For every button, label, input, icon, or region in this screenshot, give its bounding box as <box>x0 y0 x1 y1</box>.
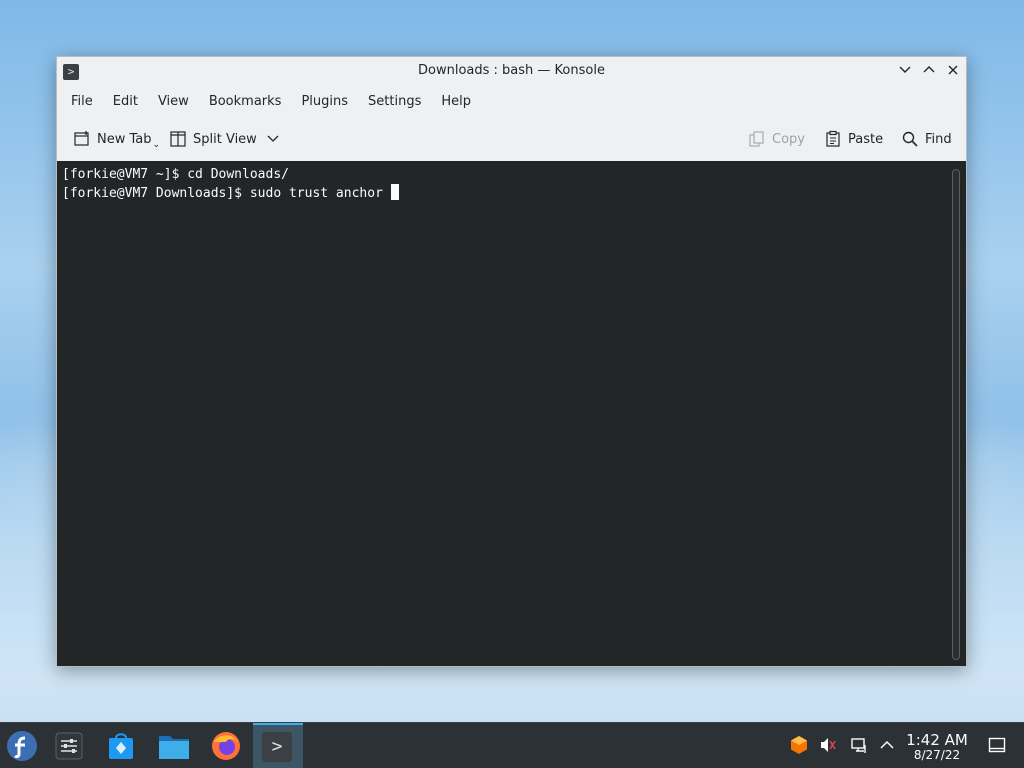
find-label: Find <box>925 131 952 147</box>
copy-label: Copy <box>772 131 805 147</box>
discover-store-icon[interactable] <box>104 729 138 763</box>
find-button[interactable]: Find <box>901 129 952 149</box>
system-settings-icon[interactable] <box>52 729 86 763</box>
menu-edit[interactable]: Edit <box>103 94 148 109</box>
text-cursor <box>390 184 399 200</box>
paste-icon <box>826 130 840 147</box>
split-view-label: Split View <box>193 131 257 147</box>
split-view-button[interactable]: Split View <box>169 129 279 149</box>
menu-plugins[interactable]: Plugins <box>291 94 358 109</box>
terminal-line: [forkie@VM7 Downloads]$ sudo trust ancho… <box>62 186 383 201</box>
copy-button[interactable]: Copy <box>748 129 805 149</box>
split-view-icon <box>170 131 186 147</box>
tray-expand-icon[interactable] <box>877 735 897 755</box>
menu-view[interactable]: View <box>148 94 199 109</box>
chevron-up-icon <box>923 66 935 73</box>
fedora-icon[interactable] <box>5 729 39 763</box>
chevron-down-icon <box>899 66 911 73</box>
terminal-scrollbar[interactable] <box>952 169 960 660</box>
menu-file[interactable]: File <box>61 94 103 109</box>
minimize-button[interactable] <box>895 61 915 81</box>
software-update-icon[interactable] <box>789 735 809 755</box>
chevron-down-icon[interactable] <box>267 134 279 144</box>
menu-bar: File Edit View Bookmarks Plugins Setting… <box>57 85 966 117</box>
chevron-down-icon: ⌄ <box>152 140 161 150</box>
volume-muted-icon[interactable] <box>818 735 838 755</box>
task-konsole[interactable]: > <box>253 723 303 768</box>
terminal-line: [forkie@VM7 ~]$ cd Downloads/ <box>62 167 289 182</box>
firefox-icon[interactable] <box>209 729 243 763</box>
menu-bookmarks[interactable]: Bookmarks <box>199 94 292 109</box>
new-tab-label: New Tab <box>97 131 152 147</box>
main-toolbar: New Tab ⌄ Split View Copy Paste Find <box>57 117 966 162</box>
paste-button[interactable]: Paste <box>824 129 883 149</box>
maximize-button[interactable] <box>919 61 939 81</box>
menu-help[interactable]: Help <box>431 94 481 109</box>
menu-settings[interactable]: Settings <box>358 94 431 109</box>
close-button[interactable] <box>943 61 963 81</box>
new-tab-icon <box>74 131 89 146</box>
show-desktop-icon[interactable] <box>987 735 1007 755</box>
copy-icon <box>749 131 764 147</box>
close-icon <box>948 65 958 75</box>
search-icon <box>902 131 918 147</box>
network-icon[interactable] <box>849 735 869 755</box>
taskbar: > <box>0 722 1024 768</box>
konsole-icon: > <box>262 732 292 762</box>
new-tab-button[interactable]: New Tab ⌄ <box>73 129 161 150</box>
terminal-output: [forkie@VM7 ~]$ cd Downloads/ [forkie@VM… <box>62 165 399 203</box>
clock-time[interactable]: 1:42 AM <box>900 731 974 749</box>
clock-date[interactable]: 8/27/22 <box>900 748 974 762</box>
konsole-window: > Downloads : bash — Konsole File Edit V… <box>56 56 967 667</box>
title-bar[interactable]: > Downloads : bash — Konsole <box>57 57 966 85</box>
window-title: Downloads : bash — Konsole <box>418 63 605 78</box>
terminal-view[interactable]: [forkie@VM7 ~]$ cd Downloads/ [forkie@VM… <box>57 161 966 666</box>
paste-label: Paste <box>848 131 884 147</box>
file-manager-icon[interactable] <box>157 729 191 763</box>
